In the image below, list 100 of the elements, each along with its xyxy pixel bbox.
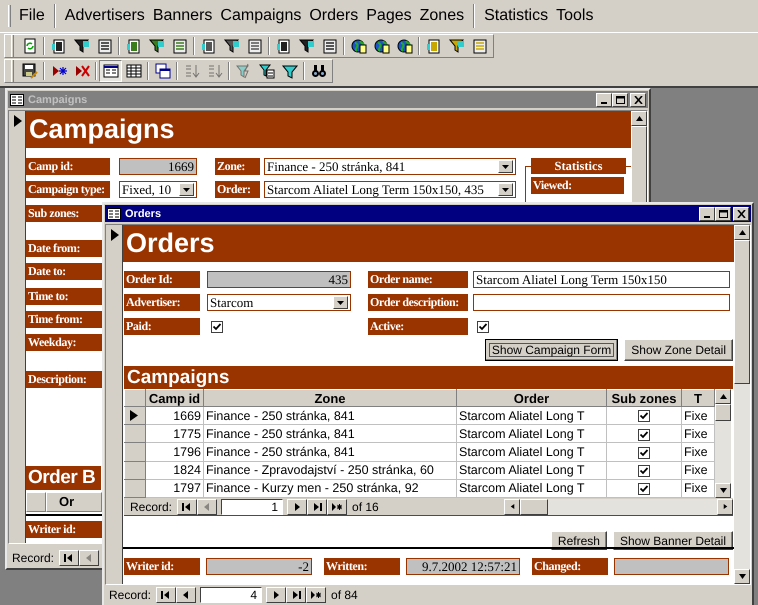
up-arrow-icon	[636, 116, 642, 121]
first-record-button[interactable]	[156, 587, 176, 603]
globe-icon	[396, 38, 412, 54]
up-arrow-icon	[738, 230, 746, 235]
horizontal-scrollbar[interactable]	[504, 498, 733, 514]
column-header[interactable]: Camp id	[146, 390, 204, 407]
up-arrow-icon	[720, 394, 726, 399]
maximize-button[interactable]	[612, 92, 628, 106]
last-record-icon	[291, 591, 302, 599]
menu-item[interactable]: Zones	[416, 7, 468, 25]
scroll-up-button[interactable]	[715, 389, 731, 404]
last-record-button[interactable]	[307, 499, 328, 515]
combo-box[interactable]: Starcom Aliatel Long Term 150x150, 435	[264, 181, 516, 198]
checkbox[interactable]	[638, 428, 650, 441]
menu-item[interactable]: Statistics	[480, 7, 552, 25]
next-record-icon	[271, 591, 282, 599]
text-field[interactable]: 1669	[119, 158, 197, 175]
subform-heading: Order B	[26, 466, 101, 490]
previous-record-button[interactable]	[176, 587, 196, 603]
new-record-button[interactable]	[327, 499, 348, 515]
new-record-icon	[332, 503, 342, 511]
dropdown-button[interactable]	[333, 296, 348, 309]
text-field[interactable]: -2	[206, 558, 312, 575]
binoculars-icon	[310, 62, 326, 78]
record-label: Record:	[130, 500, 172, 514]
current-record-icon	[130, 410, 138, 422]
scroll-down-button[interactable]	[734, 569, 750, 584]
checkbox[interactable]	[477, 320, 489, 332]
scroll-thumb[interactable]	[715, 404, 731, 421]
combo-box[interactable]: Starcom	[207, 294, 351, 311]
subform-heading: Campaigns	[124, 366, 733, 389]
checkbox[interactable]	[638, 410, 650, 422]
last-record-button[interactable]	[286, 587, 306, 603]
minimize-button[interactable]	[699, 206, 715, 220]
text-field[interactable]: Starcom Aliatel Long Term 150x150	[473, 271, 730, 288]
scroll-up-button[interactable]	[631, 111, 647, 126]
dropdown-button[interactable]	[498, 160, 513, 173]
checkbox[interactable]	[211, 320, 223, 332]
record-number-field[interactable]: 4	[200, 587, 262, 603]
dropdown-button[interactable]	[179, 183, 194, 196]
checkbox[interactable]	[638, 483, 650, 496]
column-header[interactable]: Zone	[204, 390, 456, 407]
maximize-button[interactable]	[715, 206, 731, 220]
menu-item[interactable]: Campaigns	[216, 7, 306, 25]
scroll-left-button[interactable]	[504, 498, 520, 514]
first-record-button[interactable]	[177, 499, 198, 515]
scroll-thumb[interactable]	[631, 126, 647, 203]
checkbox[interactable]	[638, 446, 650, 459]
table-cell: Starcom Aliatel Long T	[456, 461, 606, 480]
next-record-button[interactable]	[266, 587, 286, 603]
push-button[interactable]: Show Zone Detail	[624, 339, 733, 361]
scroll-thumb[interactable]	[520, 498, 548, 514]
minimize-icon	[704, 216, 710, 218]
column-header[interactable]: Order	[456, 390, 606, 407]
form-icon	[102, 62, 118, 78]
dropdown-button[interactable]	[498, 183, 513, 196]
row-selector[interactable]	[124, 406, 146, 425]
record-number-field[interactable]: 1	[221, 499, 284, 515]
vertical-scrollbar[interactable]	[734, 225, 750, 584]
text-field[interactable]	[473, 294, 730, 311]
column-header[interactable]: Or	[46, 492, 102, 512]
field-label: Description:	[26, 371, 103, 388]
minimize-button[interactable]	[596, 92, 612, 106]
scroll-right-button[interactable]	[717, 498, 733, 514]
field-label: Written:	[324, 558, 400, 575]
column-header[interactable]: Sub zones	[606, 390, 682, 407]
push-button[interactable]: Show Campaign Form	[484, 339, 618, 361]
table-cell: 1669	[146, 406, 204, 425]
menu-item[interactable]: File	[15, 7, 49, 25]
new-record-button[interactable]	[306, 587, 326, 603]
menu-item[interactable]: Pages	[362, 7, 416, 25]
delete-record-icon	[74, 62, 90, 78]
menu-item[interactable]: Orders	[305, 7, 362, 25]
next-record-icon	[292, 503, 302, 511]
scroll-up-button[interactable]	[734, 225, 750, 240]
column-header[interactable]: T	[682, 390, 714, 407]
grid-icon	[126, 62, 142, 78]
combo-box[interactable]: Fixed, 10	[119, 181, 197, 198]
text-field[interactable]	[614, 558, 729, 575]
field-label: Paid:	[124, 318, 200, 335]
first-record-button[interactable]	[59, 550, 80, 566]
record-label: Record:	[12, 551, 54, 565]
menu-item[interactable]: Advertisers	[60, 7, 149, 25]
next-record-button[interactable]	[287, 499, 308, 515]
text-field[interactable]: 435	[207, 271, 351, 288]
vertical-scrollbar[interactable]	[715, 389, 731, 498]
close-button[interactable]	[733, 206, 749, 220]
scroll-thumb[interactable]	[734, 240, 750, 384]
menu-item[interactable]: Banners	[148, 7, 216, 25]
text-field[interactable]: 9.7.2002 12:57:21	[406, 558, 520, 575]
vertical-scrollbar[interactable]	[631, 111, 647, 203]
close-button[interactable]	[630, 92, 646, 106]
field-label: Time from:	[26, 311, 103, 328]
combo-box[interactable]: Finance - 250 stránka, 841	[264, 158, 516, 175]
checkbox[interactable]	[638, 464, 650, 477]
menu-item[interactable]: Tools	[552, 7, 598, 25]
window-title: Campaigns	[28, 94, 88, 106]
scroll-down-button[interactable]	[715, 483, 731, 498]
form-view-button[interactable]	[99, 60, 122, 82]
field-label: Order:	[215, 181, 260, 198]
